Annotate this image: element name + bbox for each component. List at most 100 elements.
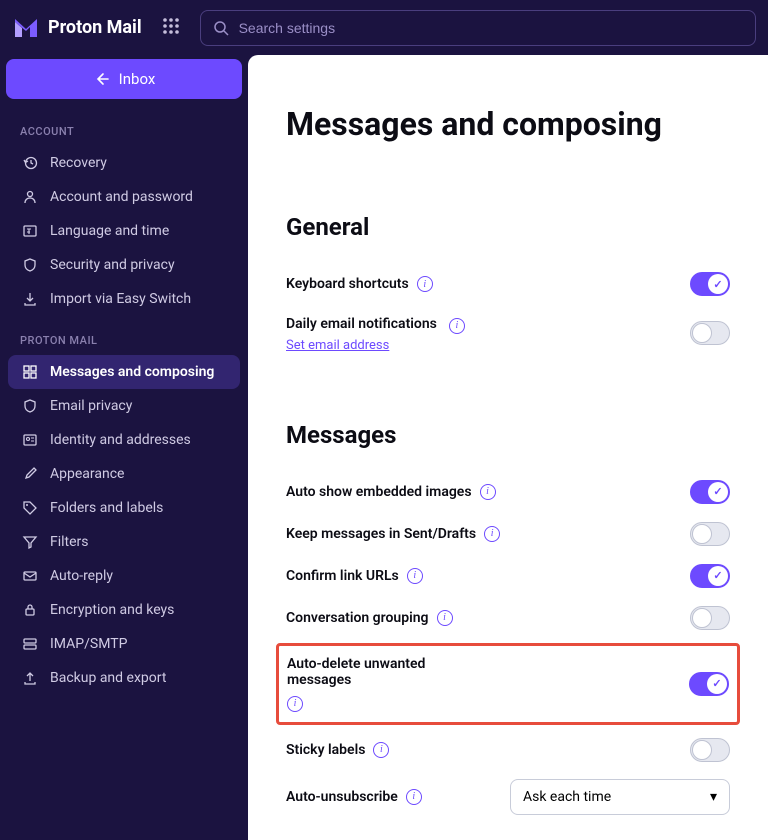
sidebar-item-label: Import via Easy Switch [50, 291, 191, 307]
sidebar-item-label: Appearance [50, 466, 124, 482]
auto-unsubscribe-select[interactable]: Ask each time ▾ [510, 779, 730, 815]
shield-icon [22, 257, 38, 273]
info-icon[interactable]: i [373, 742, 389, 758]
funnel-icon [22, 534, 38, 550]
person-icon [22, 189, 38, 205]
section-heading-general: General [286, 213, 730, 241]
grid-icon [22, 364, 38, 380]
setting-label: Conversation grouping [286, 610, 429, 626]
setting-auto-delete: Auto-delete unwanted messages i ✓ [276, 643, 740, 725]
apps-grid-icon [162, 17, 180, 35]
server-icon [22, 636, 38, 652]
tag-icon [22, 500, 38, 516]
info-icon[interactable]: i [449, 318, 465, 334]
setting-auto-unsubscribe: Auto-unsubscribe i Ask each time ▾ [286, 771, 730, 823]
search-icon [213, 20, 229, 36]
sidebar-item-label: IMAP/SMTP [50, 636, 127, 652]
keyboard-shortcuts-toggle[interactable]: ✓ [690, 272, 730, 296]
setting-conversation-grouping: Conversation grouping i [286, 597, 730, 639]
id-card-icon [22, 432, 38, 448]
section-heading-messages: Messages [286, 421, 730, 449]
setting-label: Auto-delete unwanted messages [287, 656, 467, 688]
sidebar-item-label: Recovery [50, 155, 107, 171]
chevron-down-icon: ▾ [710, 789, 717, 805]
sticky-labels-toggle[interactable] [690, 738, 730, 762]
search-settings-input[interactable] [239, 20, 743, 36]
sidebar-item-label: Identity and addresses [50, 432, 191, 448]
info-icon[interactable]: i [484, 526, 500, 542]
info-icon[interactable]: i [287, 696, 303, 712]
setting-label: Sticky labels [286, 742, 365, 758]
sidebar-item-auto-reply[interactable]: Auto-reply [8, 559, 240, 593]
settings-main: Messages and composing General Keyboard … [248, 55, 768, 840]
apps-grid-button[interactable] [156, 11, 186, 45]
sidebar-item-label: Email privacy [50, 398, 132, 414]
sidebar-item-identity-addresses[interactable]: Identity and addresses [8, 423, 240, 457]
sidebar-item-label: Encryption and keys [50, 602, 174, 618]
page-title: Messages and composing [286, 105, 730, 143]
search-settings-bar[interactable] [200, 10, 756, 46]
proton-logo[interactable]: Proton Mail [12, 14, 142, 42]
sidebar-item-account-password[interactable]: Account and password [8, 180, 240, 214]
sidebar-item-recovery[interactable]: Recovery [8, 146, 240, 180]
sidebar-item-backup-export[interactable]: Backup and export [8, 661, 240, 695]
auto-delete-toggle[interactable]: ✓ [689, 672, 729, 696]
setting-label: Daily email notifications [286, 316, 437, 332]
sidebar-item-label: Auto-reply [50, 568, 113, 584]
setting-confirm-urls: Confirm link URLs i ✓ [286, 555, 730, 597]
info-icon[interactable]: i [417, 276, 433, 292]
set-email-address-link[interactable]: Set email address [286, 338, 465, 353]
sidebar-item-messages-composing[interactable]: Messages and composing [8, 355, 240, 389]
sidebar-item-imap-smtp[interactable]: IMAP/SMTP [8, 627, 240, 661]
sidebar-item-filters[interactable]: Filters [8, 525, 240, 559]
settings-sidebar: Inbox ACCOUNT Recovery Account and passw… [0, 55, 248, 840]
language-icon [22, 223, 38, 239]
sidebar-item-email-privacy[interactable]: Email privacy [8, 389, 240, 423]
setting-keep-sent-drafts: Keep messages in Sent/Drafts i [286, 513, 730, 555]
info-icon[interactable]: i [437, 610, 453, 626]
setting-sticky-labels: Sticky labels i [286, 729, 730, 771]
setting-label: Auto show embedded images [286, 484, 472, 500]
info-icon[interactable]: i [406, 789, 422, 805]
sidebar-item-label: Messages and composing [50, 364, 214, 380]
inbox-label: Inbox [119, 70, 156, 88]
sidebar-item-folders-labels[interactable]: Folders and labels [8, 491, 240, 525]
setting-label: Keep messages in Sent/Drafts [286, 526, 476, 542]
setting-keyboard-shortcuts: Keyboard shortcuts i ✓ [286, 263, 730, 305]
sidebar-item-label: Language and time [50, 223, 169, 239]
section-label-protonmail: PROTON MAIL [6, 326, 242, 355]
setting-daily-notifications: Daily email notifications i Set email ad… [286, 305, 730, 361]
arrow-left-icon [93, 71, 109, 87]
sidebar-item-appearance[interactable]: Appearance [8, 457, 240, 491]
sidebar-item-security-privacy[interactable]: Security and privacy [8, 248, 240, 282]
lock-icon [22, 602, 38, 618]
setting-label: Confirm link URLs [286, 568, 399, 584]
inbox-button[interactable]: Inbox [6, 59, 242, 99]
import-icon [22, 291, 38, 307]
product-name: Proton Mail [48, 17, 142, 38]
sidebar-item-label: Backup and export [50, 670, 166, 686]
info-icon[interactable]: i [480, 484, 496, 500]
reply-icon [22, 568, 38, 584]
sidebar-item-encryption-keys[interactable]: Encryption and keys [8, 593, 240, 627]
conversation-grouping-toggle[interactable] [690, 606, 730, 630]
section-label-account: ACCOUNT [6, 117, 242, 146]
sidebar-item-language-time[interactable]: Language and time [8, 214, 240, 248]
auto-show-images-toggle[interactable]: ✓ [690, 480, 730, 504]
select-value: Ask each time [523, 789, 611, 805]
proton-mail-logo-icon [12, 14, 40, 42]
daily-notifications-toggle[interactable] [690, 321, 730, 345]
shield-icon [22, 398, 38, 414]
export-icon [22, 670, 38, 686]
keep-sent-drafts-toggle[interactable] [690, 522, 730, 546]
setting-label: Keyboard shortcuts [286, 276, 409, 292]
sidebar-item-label: Security and privacy [50, 257, 175, 273]
info-icon[interactable]: i [407, 568, 423, 584]
setting-label: Auto-unsubscribe [286, 789, 398, 805]
sidebar-item-label: Folders and labels [50, 500, 163, 516]
setting-auto-show-images: Auto show embedded images i ✓ [286, 471, 730, 513]
sidebar-item-label: Filters [50, 534, 89, 550]
clock-back-icon [22, 155, 38, 171]
confirm-urls-toggle[interactable]: ✓ [690, 564, 730, 588]
sidebar-item-import[interactable]: Import via Easy Switch [8, 282, 240, 316]
